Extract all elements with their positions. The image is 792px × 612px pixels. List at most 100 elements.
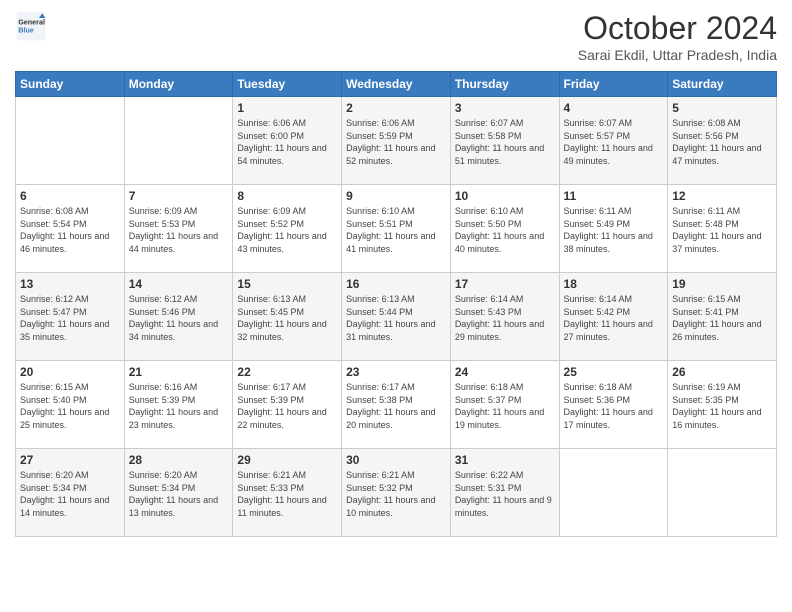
day-info: Sunrise: 6:21 AMSunset: 5:32 PMDaylight:… xyxy=(346,469,446,519)
header: General Blue October 2024 Sarai Ekdil, U… xyxy=(15,10,777,63)
day-info: Sunrise: 6:18 AMSunset: 5:36 PMDaylight:… xyxy=(564,381,664,431)
day-info: Sunrise: 6:06 AMSunset: 6:00 PMDaylight:… xyxy=(237,117,337,167)
day-cell xyxy=(16,97,125,185)
day-number: 2 xyxy=(346,101,446,115)
day-number: 17 xyxy=(455,277,555,291)
day-number: 8 xyxy=(237,189,337,203)
day-cell: 19 Sunrise: 6:15 AMSunset: 5:41 PMDayligh… xyxy=(668,273,777,361)
day-info: Sunrise: 6:14 AMSunset: 5:43 PMDaylight:… xyxy=(455,293,555,343)
day-info: Sunrise: 6:12 AMSunset: 5:47 PMDaylight:… xyxy=(20,293,120,343)
day-header-friday: Friday xyxy=(559,72,668,97)
day-cell: 5Sunrise: 6:08 AMSunset: 5:56 PMDaylight… xyxy=(668,97,777,185)
day-cell: 7 Sunrise: 6:09 AMSunset: 5:53 PMDaylight… xyxy=(124,185,233,273)
day-number: 20 xyxy=(20,365,120,379)
day-cell: 13 Sunrise: 6:12 AMSunset: 5:47 PMDayligh… xyxy=(16,273,125,361)
day-cell: 2 Sunrise: 6:06 AMSunset: 5:59 PMDaylight… xyxy=(342,97,451,185)
day-info: Sunrise: 6:17 AMSunset: 5:39 PMDaylight:… xyxy=(237,381,337,431)
day-cell: 26 Sunrise: 6:19 AMSunset: 5:35 PMDayligh… xyxy=(668,361,777,449)
day-number: 11 xyxy=(564,189,664,203)
day-info: Sunrise: 6:17 AMSunset: 5:38 PMDaylight:… xyxy=(346,381,446,431)
day-number: 31 xyxy=(455,453,555,467)
day-info: Sunrise: 6:09 AMSunset: 5:52 PMDaylight:… xyxy=(237,205,337,255)
day-info: Sunrise: 6:10 AMSunset: 5:51 PMDaylight:… xyxy=(346,205,446,255)
logo-icon: General Blue xyxy=(15,10,47,42)
day-cell: 29Sunrise: 6:21 AMSunset: 5:33 PMDayligh… xyxy=(233,449,342,537)
day-info: Sunrise: 6:16 AMSunset: 5:39 PMDaylight:… xyxy=(129,381,229,431)
day-cell xyxy=(124,97,233,185)
day-info: Sunrise: 6:20 AMSunset: 5:34 PMDaylight:… xyxy=(129,469,229,519)
day-info: Sunrise: 6:15 AMSunset: 5:41 PMDaylight:… xyxy=(672,293,772,343)
day-cell: 21 Sunrise: 6:16 AMSunset: 5:39 PMDayligh… xyxy=(124,361,233,449)
location: Sarai Ekdil, Uttar Pradesh, India xyxy=(578,47,777,63)
day-cell: 28 Sunrise: 6:20 AMSunset: 5:34 PMDayligh… xyxy=(124,449,233,537)
day-number: 24 xyxy=(455,365,555,379)
day-info: Sunrise: 6:07 AMSunset: 5:58 PMDaylight:… xyxy=(455,117,555,167)
day-info: Sunrise: 6:14 AMSunset: 5:42 PMDaylight:… xyxy=(564,293,664,343)
day-number: 16 xyxy=(346,277,446,291)
day-cell: 25 Sunrise: 6:18 AMSunset: 5:36 PMDayligh… xyxy=(559,361,668,449)
week-row-3: 13 Sunrise: 6:12 AMSunset: 5:47 PMDayligh… xyxy=(16,273,777,361)
day-info: Sunrise: 6:18 AMSunset: 5:37 PMDaylight:… xyxy=(455,381,555,431)
day-info: Sunrise: 6:15 AMSunset: 5:40 PMDaylight:… xyxy=(20,381,120,431)
day-number: 21 xyxy=(129,365,229,379)
day-cell: 18 Sunrise: 6:14 AMSunset: 5:42 PMDayligh… xyxy=(559,273,668,361)
day-cell: 3 Sunrise: 6:07 AMSunset: 5:58 PMDaylight… xyxy=(450,97,559,185)
day-number: 3 xyxy=(455,101,555,115)
day-header-wednesday: Wednesday xyxy=(342,72,451,97)
day-number: 19 xyxy=(672,277,772,291)
title-block: October 2024 Sarai Ekdil, Uttar Pradesh,… xyxy=(578,10,777,63)
day-number: 14 xyxy=(129,277,229,291)
day-cell: 17 Sunrise: 6:14 AMSunset: 5:43 PMDayligh… xyxy=(450,273,559,361)
svg-text:Blue: Blue xyxy=(18,25,34,34)
day-number: 18 xyxy=(564,277,664,291)
day-cell xyxy=(668,449,777,537)
day-number: 9 xyxy=(346,189,446,203)
day-cell xyxy=(559,449,668,537)
calendar-table: SundayMondayTuesdayWednesdayThursdayFrid… xyxy=(15,71,777,537)
day-cell: 31 Sunrise: 6:22 AMSunset: 5:31 PMDayligh… xyxy=(450,449,559,537)
day-cell: 16 Sunrise: 6:13 AMSunset: 5:44 PMDayligh… xyxy=(342,273,451,361)
day-cell: 1 Sunrise: 6:06 AMSunset: 6:00 PMDaylight… xyxy=(233,97,342,185)
day-number: 22 xyxy=(237,365,337,379)
day-cell: 4Sunrise: 6:07 AMSunset: 5:57 PMDaylight… xyxy=(559,97,668,185)
day-header-sunday: Sunday xyxy=(16,72,125,97)
page: General Blue October 2024 Sarai Ekdil, U… xyxy=(0,0,792,612)
day-info: Sunrise: 6:20 AMSunset: 5:34 PMDaylight:… xyxy=(20,469,120,519)
day-number: 26 xyxy=(672,365,772,379)
day-cell: 8 Sunrise: 6:09 AMSunset: 5:52 PMDaylight… xyxy=(233,185,342,273)
day-cell: 20 Sunrise: 6:15 AMSunset: 5:40 PMDayligh… xyxy=(16,361,125,449)
day-cell: 24 Sunrise: 6:18 AMSunset: 5:37 PMDayligh… xyxy=(450,361,559,449)
day-cell: 12Sunrise: 6:11 AMSunset: 5:48 PMDayligh… xyxy=(668,185,777,273)
day-info: Sunrise: 6:13 AMSunset: 5:44 PMDaylight:… xyxy=(346,293,446,343)
day-info: Sunrise: 6:09 AMSunset: 5:53 PMDaylight:… xyxy=(129,205,229,255)
day-number: 10 xyxy=(455,189,555,203)
day-header-thursday: Thursday xyxy=(450,72,559,97)
week-row-1: 1 Sunrise: 6:06 AMSunset: 6:00 PMDaylight… xyxy=(16,97,777,185)
logo: General Blue xyxy=(15,10,47,42)
week-row-4: 20 Sunrise: 6:15 AMSunset: 5:40 PMDayligh… xyxy=(16,361,777,449)
day-header-monday: Monday xyxy=(124,72,233,97)
day-number: 7 xyxy=(129,189,229,203)
day-number: 15 xyxy=(237,277,337,291)
day-number: 23 xyxy=(346,365,446,379)
day-cell: 15Sunrise: 6:13 AMSunset: 5:45 PMDayligh… xyxy=(233,273,342,361)
day-number: 6 xyxy=(20,189,120,203)
day-info: Sunrise: 6:06 AMSunset: 5:59 PMDaylight:… xyxy=(346,117,446,167)
week-row-5: 27 Sunrise: 6:20 AMSunset: 5:34 PMDayligh… xyxy=(16,449,777,537)
day-number: 25 xyxy=(564,365,664,379)
day-info: Sunrise: 6:22 AMSunset: 5:31 PMDaylight:… xyxy=(455,469,555,519)
day-number: 27 xyxy=(20,453,120,467)
day-cell: 14Sunrise: 6:12 AMSunset: 5:46 PMDayligh… xyxy=(124,273,233,361)
day-number: 13 xyxy=(20,277,120,291)
day-number: 4 xyxy=(564,101,664,115)
day-number: 28 xyxy=(129,453,229,467)
day-cell: 27 Sunrise: 6:20 AMSunset: 5:34 PMDayligh… xyxy=(16,449,125,537)
day-number: 1 xyxy=(237,101,337,115)
day-cell: 22 Sunrise: 6:17 AMSunset: 5:39 PMDayligh… xyxy=(233,361,342,449)
week-row-2: 6Sunrise: 6:08 AMSunset: 5:54 PMDaylight… xyxy=(16,185,777,273)
day-number: 30 xyxy=(346,453,446,467)
day-cell: 9 Sunrise: 6:10 AMSunset: 5:51 PMDaylight… xyxy=(342,185,451,273)
day-info: Sunrise: 6:19 AMSunset: 5:35 PMDaylight:… xyxy=(672,381,772,431)
header-row: SundayMondayTuesdayWednesdayThursdayFrid… xyxy=(16,72,777,97)
day-info: Sunrise: 6:11 AMSunset: 5:48 PMDaylight:… xyxy=(672,205,772,255)
